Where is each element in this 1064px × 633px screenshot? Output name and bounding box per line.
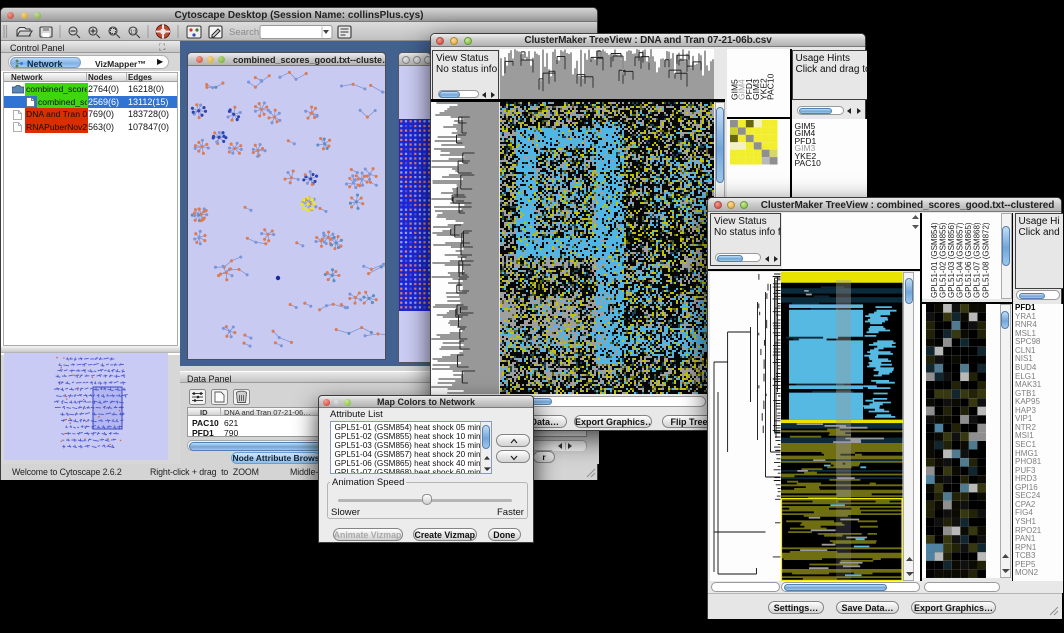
svg-text:1:1: 1:1	[130, 30, 137, 36]
svg-text:GPL51-08 (GSM872): GPL51-08 (GSM872)	[981, 222, 990, 298]
svg-text:Search:: Search:	[229, 27, 262, 38]
svg-text:PAC10: PAC10	[765, 73, 775, 100]
